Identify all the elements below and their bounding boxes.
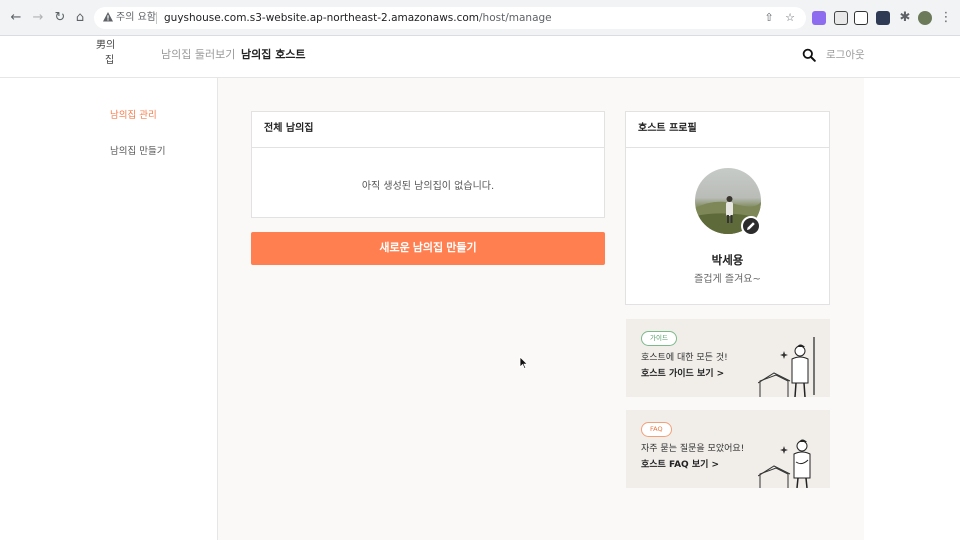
back-icon[interactable]: ←: [8, 10, 24, 26]
page-margin: [864, 78, 960, 540]
site-logo[interactable]: 男의 집: [96, 40, 120, 74]
faq-banner-text: 자주 묻는 질문을 모았어요!: [641, 444, 745, 454]
create-house-button[interactable]: 새로운 남의집 만들기: [251, 232, 605, 265]
url-divider: [156, 12, 157, 24]
site-header: 男의 집 남의집 둘러보기 남의집 호스트 로그아웃: [0, 36, 960, 78]
puzzle-icon[interactable]: ✱: [897, 10, 913, 26]
host-faq-banner[interactable]: FAQ 자주 묻는 질문을 모았어요! 호스트 FAQ 보기 >: [626, 410, 830, 488]
forward-icon[interactable]: →: [30, 10, 46, 26]
host-illustration-icon: [758, 439, 811, 488]
browser-toolbar: ← → ↻ ⌂ 주의 요함 guyshouse.com.s3-website.a…: [0, 0, 960, 36]
mouse-cursor-icon: [519, 356, 529, 370]
share-icon[interactable]: ⇧: [762, 11, 776, 25]
host-guide-banner[interactable]: 가이드 호스트에 대한 모든 것! 호스트 가이드 보기 >: [626, 319, 830, 397]
houses-card-title: 전체 남의집: [252, 112, 604, 148]
profile-card-title: 호스트 프로필: [626, 112, 829, 148]
extension-icon[interactable]: [876, 11, 890, 25]
warning-icon: [103, 12, 113, 22]
logout-link[interactable]: 로그아웃: [826, 48, 865, 62]
search-icon[interactable]: [802, 48, 816, 62]
empty-message: 아직 생성된 남의집이 없습니다.: [361, 181, 495, 192]
nav-link-host[interactable]: 남의집 호스트: [241, 48, 306, 62]
nav-link-browse[interactable]: 남의집 둘러보기: [161, 48, 235, 62]
reload-icon[interactable]: ↻: [52, 10, 68, 26]
edit-avatar-button[interactable]: [741, 216, 761, 236]
url-text: guyshouse.com.s3-website.ap-northeast-2.…: [164, 11, 552, 25]
guide-badge: 가이드: [641, 331, 677, 346]
security-warning-text: 주의 요함: [116, 12, 156, 23]
sidebar-item-create[interactable]: 남의집 만들기: [110, 146, 165, 158]
picture-in-picture-icon[interactable]: [854, 11, 868, 25]
url-domain: guyshouse.com.s3-website.ap-northeast-2.…: [164, 12, 480, 24]
sidebar-item-manage[interactable]: 남의집 관리: [110, 110, 157, 122]
extension-icon[interactable]: [812, 11, 826, 25]
home-icon[interactable]: ⌂: [72, 10, 88, 26]
host-profile-card: 호스트 프로필 박세용 즐겁게 즐겨요~: [625, 111, 830, 305]
extension-icon[interactable]: [834, 11, 848, 25]
host-bio: 즐겁게 즐겨요~: [694, 274, 761, 285]
bookmark-star-icon[interactable]: ☆: [783, 11, 797, 25]
more-menu-icon[interactable]: ⋮: [938, 10, 954, 26]
host-name: 박세용: [711, 253, 744, 267]
address-bar[interactable]: 주의 요함 guyshouse.com.s3-website.ap-northe…: [94, 7, 806, 29]
pencil-icon: [747, 222, 755, 230]
guide-banner-text: 호스트에 대한 모든 것!: [641, 353, 728, 363]
url-path: /host/manage: [479, 12, 552, 24]
logo-line: 男의: [96, 40, 116, 51]
logo-line: 집: [105, 55, 115, 66]
profile-avatar-icon[interactable]: [918, 11, 932, 25]
guide-banner-link[interactable]: 호스트 가이드 보기 >: [641, 368, 724, 380]
faq-banner-link[interactable]: 호스트 FAQ 보기 >: [641, 459, 719, 471]
faq-badge: FAQ: [641, 422, 672, 437]
sidebar: 남의집 관리 남의집 만들기: [0, 78, 218, 540]
host-illustration-icon: [758, 337, 815, 397]
houses-card: 전체 남의집 아직 생성된 남의집이 없습니다.: [251, 111, 605, 218]
